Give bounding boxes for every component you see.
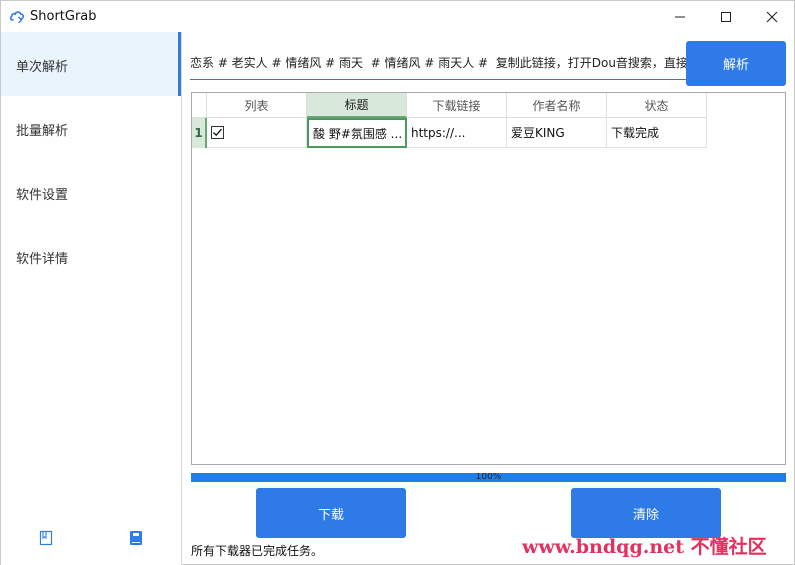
download-progress-bar: 100%	[191, 473, 786, 482]
url-input[interactable]	[190, 46, 687, 80]
clear-button[interactable]: 清除	[571, 488, 721, 538]
bookmark-outline-icon[interactable]	[37, 529, 55, 547]
status-text: 所有下载器已完成任务。	[191, 544, 324, 558]
minimize-icon	[675, 16, 685, 17]
sidebar-item-label: 批量解析	[16, 124, 69, 139]
sidebar: 单次解析 批量解析 软件设置 软件详情	[1, 32, 182, 565]
table-cell-title[interactable]: 酸 野#氛围感 ...	[307, 118, 407, 148]
app-window: ShortGrab 单次解析 批量解析 软件设置 软件详情 解析	[0, 0, 795, 565]
sidebar-item-batch-parse[interactable]: 批量解析	[1, 96, 181, 160]
table-cell-author[interactable]: 爱豆KING	[507, 118, 607, 148]
table-header-link[interactable]: 下载链接	[407, 93, 507, 118]
checkmark-icon	[213, 128, 222, 137]
sidebar-item-label: 单次解析	[16, 60, 69, 75]
title-bar: ShortGrab	[1, 1, 794, 32]
table-corner	[192, 93, 207, 118]
table-header-author[interactable]: 作者名称	[507, 93, 607, 118]
table-row-header[interactable]: 1	[192, 118, 207, 148]
parse-button[interactable]: 解析	[686, 41, 786, 86]
maximize-button[interactable]	[703, 1, 749, 32]
sidebar-item-settings[interactable]: 软件设置	[1, 160, 181, 224]
sidebar-item-label: 软件设置	[16, 188, 69, 203]
results-table[interactable]: 列表 标题 下载链接 作者名称 状态 1 酸 野#氛围感 ... https:/…	[191, 92, 786, 465]
minimize-button[interactable]	[657, 1, 703, 32]
book-icon[interactable]	[127, 529, 145, 547]
row-checkbox[interactable]	[211, 126, 224, 139]
sidebar-item-details[interactable]: 软件详情	[1, 224, 181, 288]
table-cell-link[interactable]: https://...	[407, 118, 507, 148]
table-cell-status[interactable]: 下载完成	[607, 118, 707, 148]
close-button[interactable]	[749, 1, 795, 32]
watermark: www.bndqg.net 不懂社区	[522, 536, 767, 558]
table-cell-checkbox[interactable]	[207, 118, 307, 148]
table-header-status[interactable]: 状态	[607, 93, 707, 118]
cloud-logo-icon	[9, 11, 25, 23]
sidebar-item-single-parse[interactable]: 单次解析	[1, 32, 181, 96]
download-button[interactable]: 下载	[256, 488, 406, 538]
progress-label: 100%	[475, 473, 502, 482]
table-header-title[interactable]: 标题	[307, 93, 407, 118]
sidebar-item-label: 软件详情	[16, 252, 69, 267]
table-header-list[interactable]: 列表	[207, 93, 307, 118]
app-title: ShortGrab	[30, 9, 97, 24]
close-icon	[766, 11, 778, 22]
maximize-icon	[721, 11, 731, 22]
